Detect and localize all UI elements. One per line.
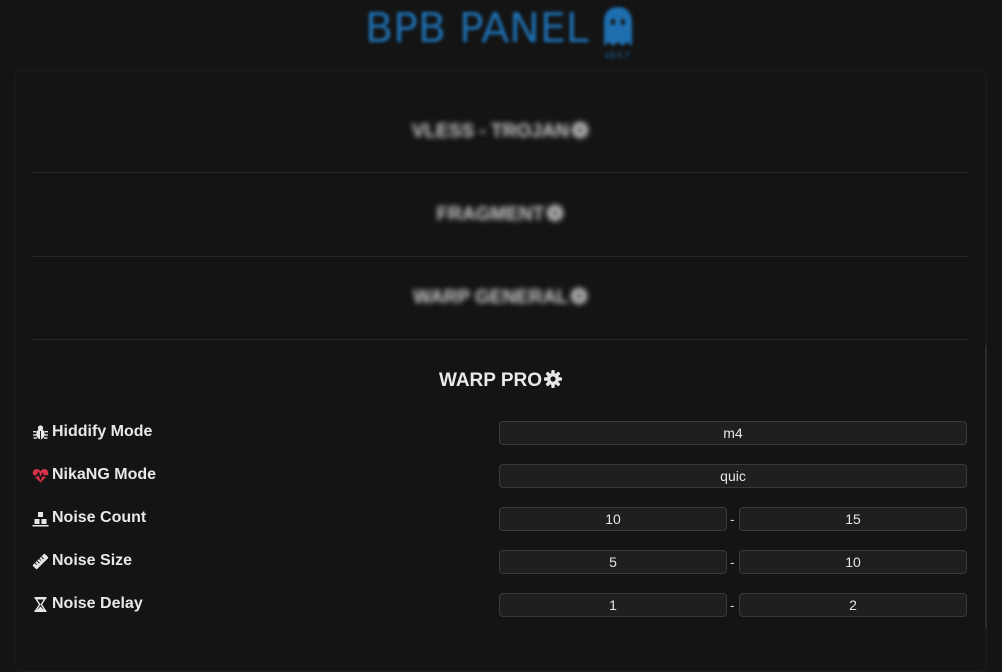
section-warp-general[interactable]: WARP GENERAL [0, 286, 1002, 309]
section-title: FRAGMENT [436, 204, 545, 225]
section-vless-trojan[interactable]: VLESS - TROJAN [0, 120, 1002, 143]
section-title: WARP PRO [438, 370, 543, 391]
noise-delay-min-input[interactable]: 1 [499, 593, 727, 617]
section-title: WARP GENERAL [413, 287, 568, 308]
noise-delay-max-input[interactable]: 2 [739, 593, 967, 617]
noise-size-max-input[interactable]: 10 [739, 550, 967, 574]
noise-count-max-input[interactable]: 15 [739, 507, 967, 531]
divider [32, 339, 968, 340]
ghost-logo-icon [604, 7, 632, 46]
noise-count-label: Noise Count [32, 509, 146, 527]
noise-delay-label: Noise Delay [32, 595, 143, 613]
noise-count-min-input[interactable]: 10 [499, 507, 727, 531]
row-label-text: NikaNG Mode [52, 466, 157, 483]
scrollbar[interactable] [985, 345, 987, 629]
section-fragment[interactable]: FRAGMENT [0, 203, 1002, 226]
bug-icon [33, 424, 48, 439]
section-warp-pro[interactable]: WARP PRO [0, 369, 1002, 392]
range-separator: - [730, 554, 735, 570]
gear-icon [544, 370, 563, 388]
row-label-text: Noise Count [52, 509, 147, 526]
divider [32, 256, 968, 257]
row-label-text: Noise Size [52, 552, 133, 569]
logo-version: v3.0.7 [605, 50, 630, 60]
gear-icon [571, 121, 590, 139]
logo: BPB PANEL v3.0.7 [365, 2, 645, 64]
nikang-mode-label: NikaNG Mode [32, 466, 156, 484]
hiddify-mode-select[interactable]: m4 [499, 421, 967, 445]
range-separator: - [730, 511, 735, 527]
row-label-text: Noise Delay [52, 595, 143, 612]
row-label-text: Hiddify Mode [52, 423, 153, 440]
divider [32, 172, 968, 173]
noise-size-min-input[interactable]: 5 [499, 550, 727, 574]
hourglass-icon [34, 596, 47, 612]
ruler-icon [32, 553, 49, 569]
range-separator: - [730, 597, 735, 613]
heartbeat-icon [32, 468, 49, 482]
noise-size-label: Noise Size [32, 552, 132, 570]
hiddify-mode-label: Hiddify Mode [32, 423, 152, 441]
section-title: VLESS - TROJAN [411, 121, 570, 142]
logo-text: BPB PANEL [365, 4, 589, 52]
cubes-icon [32, 511, 49, 526]
gear-icon [546, 204, 565, 222]
nikang-mode-select[interactable]: quic [499, 464, 967, 488]
gear-icon [569, 287, 588, 305]
header: BPB PANEL v3.0.7 [0, 0, 1002, 70]
